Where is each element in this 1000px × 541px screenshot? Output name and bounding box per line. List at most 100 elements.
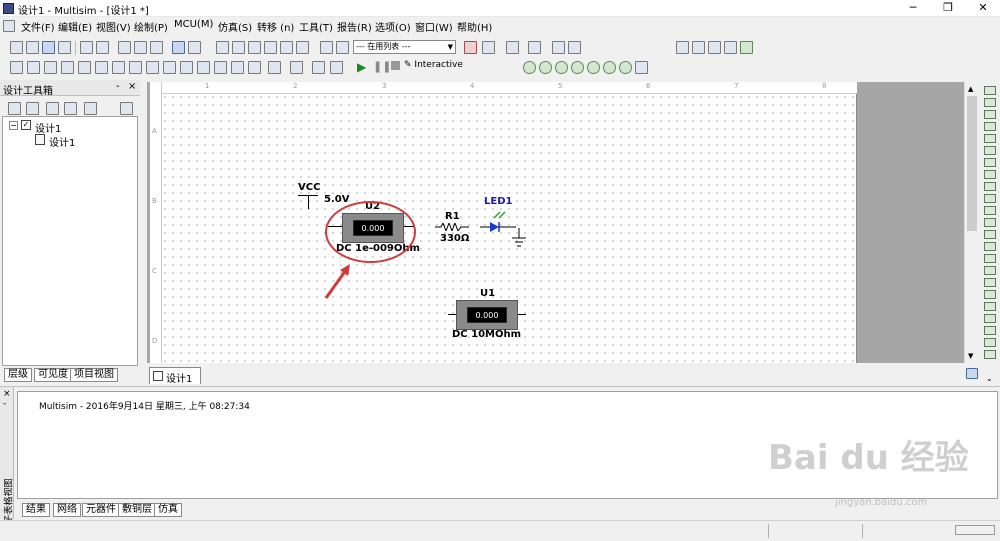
resistor-icon[interactable]	[435, 223, 469, 231]
restore-button[interactable]: ❐	[931, 0, 965, 17]
postprocessor-icon[interactable]	[330, 61, 343, 74]
indicator-icon[interactable]	[163, 61, 176, 74]
u1-ohmmeter[interactable]: 0.000	[456, 300, 518, 330]
forward-annotate-icon[interactable]	[506, 41, 519, 54]
distortion-analyzer-icon[interactable]	[984, 218, 996, 227]
rename-design-icon[interactable]	[64, 102, 77, 115]
logic-analyzer-icon[interactable]	[984, 194, 996, 203]
power-component-icon[interactable]	[180, 61, 193, 74]
bus-icon[interactable]	[290, 61, 303, 74]
open-icon[interactable]	[26, 41, 39, 54]
electromechanical-icon[interactable]	[231, 61, 244, 74]
fullscreen-view-icon[interactable]	[740, 41, 753, 54]
menu-reports[interactable]: 报告(R)	[335, 19, 374, 34]
analysis-icon-4[interactable]	[571, 61, 584, 74]
network-analyzer-icon[interactable]	[984, 242, 996, 251]
menu-window[interactable]: 窗口(W)	[413, 19, 455, 34]
fullscreen-icon[interactable]	[216, 41, 229, 54]
zoom-out-icon[interactable]	[692, 41, 705, 54]
copy-icon[interactable]	[134, 41, 147, 54]
back-annotate-icon[interactable]	[482, 41, 495, 54]
zoom-sheet-icon[interactable]	[724, 41, 737, 54]
tab-project-view[interactable]: 项目视图	[70, 368, 118, 382]
zoom-area-icon[interactable]	[708, 41, 721, 54]
grapher-icon[interactable]	[232, 41, 245, 54]
multimeter-icon[interactable]	[984, 86, 996, 95]
probe-icon[interactable]	[312, 61, 325, 74]
menu-place[interactable]: 绘制(P)	[132, 19, 170, 34]
run-icon[interactable]: ▶	[357, 60, 366, 74]
save-all-icon[interactable]	[58, 41, 71, 54]
tree-root[interactable]: 设计1	[35, 120, 61, 135]
bode-plotter-icon[interactable]	[984, 146, 996, 155]
pause-icon[interactable]: ❚❚	[373, 60, 391, 73]
scroll-thumb[interactable]	[967, 96, 977, 231]
function-generator-icon[interactable]	[984, 98, 996, 107]
document-icon[interactable]	[3, 20, 15, 32]
help-icon[interactable]	[568, 41, 581, 54]
frequency-counter-icon[interactable]	[984, 158, 996, 167]
analysis-icon-2[interactable]	[539, 61, 552, 74]
cmos-icon[interactable]	[112, 61, 125, 74]
component-wizard-icon[interactable]	[280, 41, 293, 54]
undo-icon[interactable]	[172, 41, 185, 54]
oscilloscope-icon[interactable]	[984, 122, 996, 131]
mixed-icon[interactable]	[146, 61, 159, 74]
logic-converter-icon[interactable]	[984, 182, 996, 191]
checkbox-icon[interactable]: ✓	[21, 120, 31, 130]
delete-design-icon[interactable]	[84, 102, 97, 115]
in-use-list-select[interactable]: --- 在用列表 --- ▼	[353, 40, 456, 54]
agilent-oscilloscope-icon[interactable]	[984, 278, 996, 287]
tab-visibility[interactable]: 可见度	[34, 368, 72, 382]
diode-icon[interactable]	[44, 61, 57, 74]
new-icon[interactable]	[10, 41, 23, 54]
measurement-probe-icon[interactable]	[984, 338, 996, 347]
rf-icon[interactable]	[214, 61, 227, 74]
close-button[interactable]: ✕	[966, 0, 1000, 17]
tab-results[interactable]: 结果	[22, 503, 50, 517]
hierarchy-icon[interactable]	[320, 41, 333, 54]
wattmeter-icon[interactable]	[984, 110, 996, 119]
stop-icon[interactable]	[391, 61, 400, 70]
find-icon[interactable]	[552, 41, 565, 54]
source-icon[interactable]	[10, 61, 23, 74]
tab-design1[interactable]: 设计1 *	[149, 367, 201, 396]
tab-nets[interactable]: 网络	[53, 503, 81, 517]
save-design-icon[interactable]	[46, 102, 59, 115]
mcu-icon[interactable]	[129, 61, 142, 74]
tab-hierarchy[interactable]: 层级	[4, 368, 32, 382]
iv-analyzer-icon[interactable]	[984, 206, 996, 215]
menu-file[interactable]: 文件(F)	[19, 19, 57, 34]
analysis-icon-7[interactable]	[619, 61, 632, 74]
tree-child[interactable]: 设计1	[49, 134, 75, 149]
menu-mcu[interactable]: MCU(M)	[172, 19, 215, 30]
menu-help[interactable]: 帮助(H)	[455, 19, 494, 34]
scroll-up-icon[interactable]: ▲	[968, 85, 973, 93]
analysis-icon-6[interactable]	[603, 61, 616, 74]
word-generator-icon[interactable]	[984, 170, 996, 179]
erc-icon[interactable]	[464, 41, 477, 54]
ttl-icon[interactable]	[95, 61, 108, 74]
new-design-icon[interactable]	[8, 102, 21, 115]
menu-edit[interactable]: 编辑(E)	[56, 19, 94, 34]
interactive-button[interactable]: ✎ Interactive	[404, 60, 463, 70]
settings-icon[interactable]	[635, 61, 648, 74]
analysis-icon-3[interactable]	[555, 61, 568, 74]
analysis-icon-1[interactable]	[523, 61, 536, 74]
print-preview-icon[interactable]	[96, 41, 109, 54]
tab-simulation[interactable]: 仿真	[154, 503, 182, 517]
tektronix-oscilloscope-icon[interactable]	[984, 290, 996, 299]
spectrum-analyzer-icon[interactable]	[984, 230, 996, 239]
in-use-icon[interactable]	[336, 41, 349, 54]
paste-icon[interactable]	[150, 41, 163, 54]
menu-transfer[interactable]: 转移 (n)	[255, 19, 296, 34]
agilent-generator-icon[interactable]	[984, 254, 996, 263]
close-output-button[interactable]: ×	[3, 389, 11, 399]
tree-collapse-icon[interactable]: −	[9, 121, 18, 130]
spreadsheet-icon[interactable]	[248, 41, 261, 54]
schematic-sheet[interactable]: 1 2 3 4 5 6 7 8 A B C D VCC 5.0V U2 0.00…	[150, 82, 857, 363]
save-icon[interactable]	[42, 41, 55, 54]
agilent-multimeter-icon[interactable]	[984, 266, 996, 275]
labview-instrument-icon[interactable]	[984, 302, 996, 311]
menu-options[interactable]: 选项(O)	[373, 19, 413, 34]
